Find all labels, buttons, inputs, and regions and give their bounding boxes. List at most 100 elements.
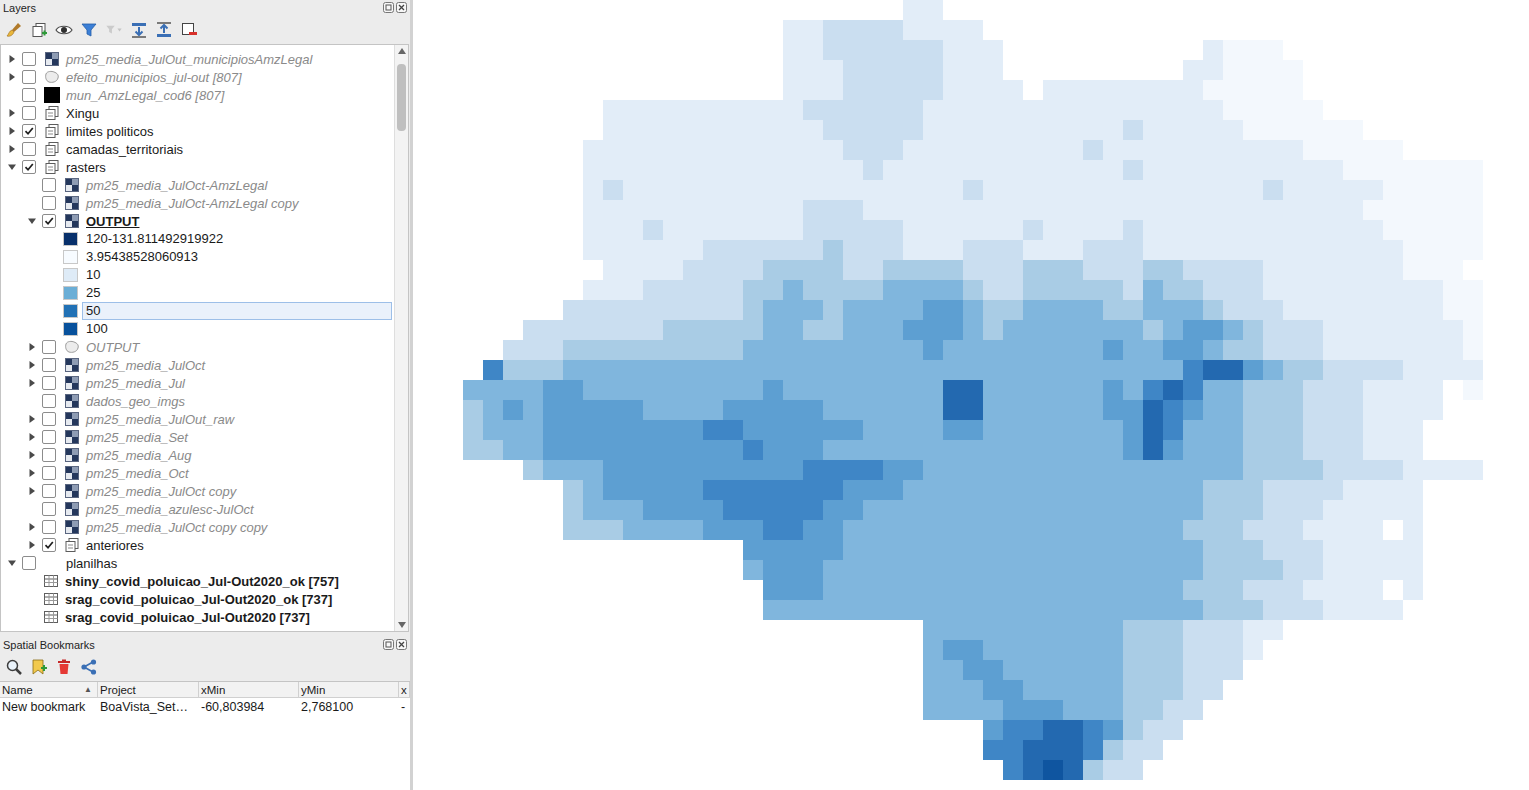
- visibility-checkbox[interactable]: [42, 448, 56, 462]
- expander[interactable]: [3, 68, 21, 86]
- toolbar-button[interactable]: [30, 21, 48, 39]
- layer-tree-row[interactable]: srag_covid_poluicao_Jul-Out2020 [737]: [1, 608, 394, 626]
- visibility-checkbox[interactable]: [42, 484, 56, 498]
- legend-label[interactable]: 100: [82, 320, 392, 338]
- visibility-checkbox[interactable]: [22, 142, 36, 156]
- layer-name[interactable]: rasters: [66, 160, 106, 175]
- layer-name[interactable]: pm25_media_azulesc-JulOct: [86, 502, 254, 517]
- layer-tree-row[interactable]: shiny_covid_poluicao_Jul-Out2020_ok [757…: [1, 572, 394, 590]
- layer-name[interactable]: anteriores: [86, 538, 144, 553]
- legend-item[interactable]: 3.95438528060913: [1, 248, 394, 266]
- layer-tree-row[interactable]: efeito_municipios_jul-out [807]: [1, 68, 394, 86]
- layer-tree-row[interactable]: pm25_media_Jul: [1, 374, 394, 392]
- layer-tree-row[interactable]: mun_AmzLegal_cod6 [807]: [1, 86, 394, 104]
- expanded-arrow-icon[interactable]: [7, 162, 17, 172]
- expander[interactable]: [23, 446, 41, 464]
- toolbar-button[interactable]: [80, 21, 98, 39]
- expanded-arrow-icon[interactable]: [27, 216, 37, 226]
- toolbar-button[interactable]: [30, 658, 48, 676]
- scroll-track[interactable]: [395, 57, 408, 619]
- scroll-thumb[interactable]: [397, 64, 406, 131]
- expanded-arrow-icon[interactable]: [7, 558, 17, 568]
- layer-tree-row[interactable]: pm25_media_JulOct copy: [1, 482, 394, 500]
- visibility-checkbox[interactable]: [42, 502, 56, 516]
- raster-map[interactable]: [463, 0, 1483, 780]
- expander[interactable]: [3, 122, 21, 140]
- visibility-checkbox[interactable]: [42, 412, 56, 426]
- legend-item[interactable]: 25: [1, 284, 394, 302]
- legend-label[interactable]: 3.95438528060913: [82, 248, 392, 266]
- expander[interactable]: [23, 338, 41, 356]
- layer-tree-row[interactable]: srag_covid_poluicao_Jul-Out2020_ok [737]: [1, 590, 394, 608]
- layer-tree-row[interactable]: OUTPUT: [1, 212, 394, 230]
- layer-tree-row[interactable]: dados_geo_imgs: [1, 392, 394, 410]
- expander[interactable]: [3, 140, 21, 158]
- collapsed-arrow-icon[interactable]: [27, 540, 37, 550]
- column-header[interactable]: Project: [98, 682, 199, 697]
- collapsed-arrow-icon[interactable]: [27, 522, 37, 532]
- visibility-checkbox[interactable]: [22, 70, 36, 84]
- collapsed-arrow-icon[interactable]: [27, 486, 37, 496]
- table-cell[interactable]: BoaVista_Set…: [98, 698, 199, 715]
- collapsed-arrow-icon[interactable]: [27, 342, 37, 352]
- toolbar-button[interactable]: [55, 658, 73, 676]
- expander[interactable]: [3, 50, 21, 68]
- expander[interactable]: [23, 536, 41, 554]
- table-cell[interactable]: New bookmark: [0, 698, 98, 715]
- expander[interactable]: [23, 518, 41, 536]
- float-icon[interactable]: [383, 639, 394, 650]
- layer-tree-row[interactable]: pm25_media_JulOct-AmzLegal copy: [1, 194, 394, 212]
- layer-name[interactable]: Xingu: [66, 106, 99, 121]
- layer-tree-row[interactable]: pm25_media_Aug: [1, 446, 394, 464]
- visibility-checkbox[interactable]: [22, 556, 36, 570]
- layer-name[interactable]: pm25_media_Jul: [86, 376, 185, 391]
- layer-name[interactable]: srag_covid_poluicao_Jul-Out2020 [737]: [65, 610, 310, 625]
- close-icon[interactable]: [396, 2, 407, 13]
- layer-tree-row[interactable]: rasters: [1, 158, 394, 176]
- legend-item[interactable]: 50: [1, 302, 394, 320]
- collapsed-arrow-icon[interactable]: [27, 468, 37, 478]
- collapsed-arrow-icon[interactable]: [27, 432, 37, 442]
- expander[interactable]: [23, 482, 41, 500]
- layer-tree-row[interactable]: camadas_territoriais: [1, 140, 394, 158]
- toolbar-button[interactable]: [155, 21, 173, 39]
- float-icon[interactable]: [383, 2, 394, 13]
- column-header[interactable]: x: [399, 682, 410, 697]
- visibility-checkbox[interactable]: [22, 160, 36, 174]
- expander[interactable]: [3, 104, 21, 122]
- layer-name[interactable]: pm25_media_JulOct copy copy: [86, 520, 267, 535]
- visibility-checkbox[interactable]: [42, 358, 56, 372]
- layer-name[interactable]: pm25_media_JulOct copy: [86, 484, 236, 499]
- legend-item[interactable]: 10: [1, 266, 394, 284]
- column-header[interactable]: xMin: [199, 682, 299, 697]
- layer-tree-row[interactable]: pm25_media_azulesc-JulOct: [1, 500, 394, 518]
- legend-label[interactable]: 120-131.811492919922: [82, 230, 392, 248]
- table-row[interactable]: New bookmarkBoaVista_Set…-60,8039842,768…: [0, 698, 410, 716]
- expander[interactable]: [23, 428, 41, 446]
- visibility-checkbox[interactable]: [42, 520, 56, 534]
- toolbar-button[interactable]: [5, 21, 23, 39]
- visibility-checkbox[interactable]: [22, 124, 36, 138]
- legend-label[interactable]: 10: [82, 266, 392, 284]
- legend-label[interactable]: 25: [82, 284, 392, 302]
- scrollbar[interactable]: [394, 45, 408, 631]
- layer-tree-row[interactable]: anteriores: [1, 536, 394, 554]
- visibility-checkbox[interactable]: [42, 178, 56, 192]
- expander[interactable]: [23, 464, 41, 482]
- collapsed-arrow-icon[interactable]: [7, 144, 17, 154]
- collapsed-arrow-icon[interactable]: [7, 54, 17, 64]
- layer-tree-row[interactable]: pm25_media_Oct: [1, 464, 394, 482]
- collapsed-arrow-icon[interactable]: [7, 72, 17, 82]
- layer-name[interactable]: pm25_media_Aug: [86, 448, 192, 463]
- layer-name[interactable]: OUTPUT: [86, 214, 139, 229]
- layer-name[interactable]: OUTPUT: [86, 340, 139, 355]
- layer-tree-row[interactable]: Xingu: [1, 104, 394, 122]
- layer-tree-row[interactable]: pm25_media_JulOct copy copy: [1, 518, 394, 536]
- collapsed-arrow-icon[interactable]: [27, 378, 37, 388]
- visibility-checkbox[interactable]: [42, 466, 56, 480]
- layer-name[interactable]: srag_covid_poluicao_Jul-Out2020_ok [737]: [65, 592, 332, 607]
- layer-name[interactable]: pm25_media_JulOct-AmzLegal copy: [86, 196, 298, 211]
- table-cell[interactable]: -: [399, 698, 410, 715]
- visibility-checkbox[interactable]: [42, 430, 56, 444]
- visibility-checkbox[interactable]: [42, 196, 56, 210]
